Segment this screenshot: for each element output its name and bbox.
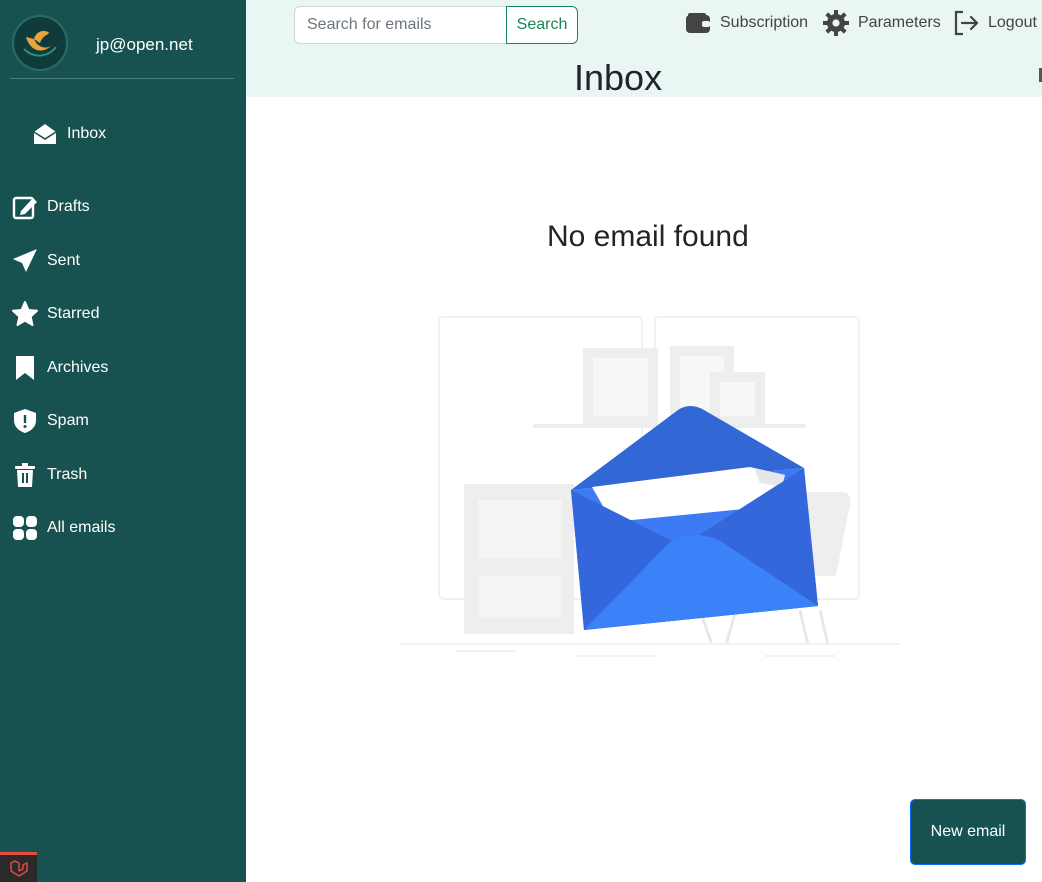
empty-state-message: No email found <box>547 220 749 253</box>
new-email-button[interactable]: New email <box>910 799 1026 865</box>
subscription-link[interactable]: Subscription <box>684 9 808 37</box>
sidebar-item-inbox[interactable]: Inbox <box>31 118 106 150</box>
sidebar-item-label: Sent <box>47 252 80 269</box>
parameters-link[interactable]: Parameters <box>822 9 941 37</box>
app-logo[interactable] <box>12 15 68 71</box>
sidebar-item-label: Starred <box>47 305 100 322</box>
send-icon <box>11 247 39 275</box>
trash-icon <box>11 461 39 489</box>
user-email: jp@open.net <box>96 35 193 54</box>
search-form: Search <box>294 6 578 44</box>
sidebar-item-starred[interactable]: Starred <box>11 298 99 330</box>
sidebar-item-spam[interactable]: Spam <box>11 405 89 437</box>
parameters-label: Parameters <box>858 14 941 31</box>
sidebar-item-label: Inbox <box>67 125 107 142</box>
search-button[interactable]: Search <box>506 6 578 44</box>
top-header: Search Subscription Parameters <box>246 0 1042 98</box>
bookmark-icon <box>11 354 39 382</box>
debugbar-toggle[interactable] <box>0 852 37 882</box>
logout-icon <box>952 9 980 37</box>
gear-icon <box>822 9 850 37</box>
sidebar-item-label: Archives <box>47 359 109 376</box>
logout-label: Logout <box>988 14 1037 31</box>
envelope-open-icon <box>31 120 59 148</box>
empty-inbox-illustration <box>400 316 900 657</box>
sidebar-item-label: Spam <box>47 412 89 429</box>
shield-exclamation-icon <box>11 407 39 435</box>
sidebar-item-label: Drafts <box>47 198 90 215</box>
sidebar-item-label: Trash <box>47 466 88 483</box>
sidebar-item-archives[interactable]: Archives <box>11 352 108 384</box>
star-icon <box>11 300 39 328</box>
sidebar-item-label: All emails <box>47 519 116 536</box>
subscription-label: Subscription <box>720 14 809 31</box>
sidebar: jp@open.net Inbox Drafts Sent Starred Ar… <box>0 0 246 882</box>
search-input[interactable] <box>294 6 506 44</box>
wallet-icon <box>684 9 712 37</box>
laravel-icon <box>9 859 28 877</box>
sidebar-divider <box>10 78 234 79</box>
logout-link[interactable]: Logout <box>952 9 1037 37</box>
sidebar-item-all-emails[interactable]: All emails <box>11 512 115 544</box>
sidebar-item-sent[interactable]: Sent <box>11 245 80 277</box>
pencil-square-icon <box>11 193 39 221</box>
sidebar-item-trash[interactable]: Trash <box>11 459 87 491</box>
sidebar-item-drafts[interactable]: Drafts <box>11 191 90 223</box>
grid-icon <box>11 514 39 542</box>
dove-logo-icon <box>23 31 57 57</box>
page-title: Inbox <box>574 57 663 98</box>
